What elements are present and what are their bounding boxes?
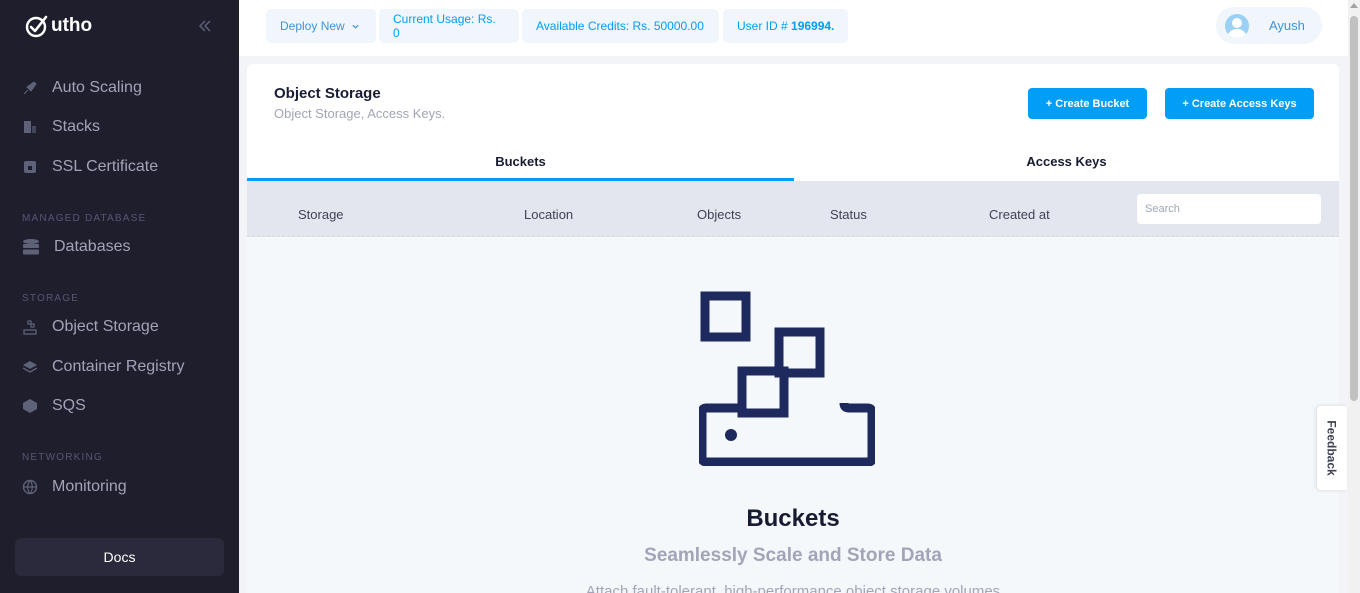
create-access-keys-button[interactable]: + Create Access Keys <box>1165 88 1314 119</box>
section-label-managed-database: MANAGED DATABASE <box>22 213 147 224</box>
page-title: Object Storage <box>274 85 381 102</box>
sidebar-item-label: Databases <box>54 238 131 255</box>
database-icon <box>23 239 39 255</box>
scrollbar-thumb[interactable] <box>1350 16 1358 401</box>
docs-button[interactable]: Docs <box>15 538 224 576</box>
collapse-sidebar-icon[interactable] <box>197 18 215 36</box>
current-usage-chip: Current Usage: Rs. 0 <box>379 9 519 43</box>
section-label-networking: NETWORKING <box>22 452 103 463</box>
object-storage-card: Object Storage Object Storage, Access Ke… <box>247 64 1339 593</box>
sidebar-item-label: SSL Certificate <box>52 158 159 175</box>
column-header-created-at[interactable]: Created at <box>989 207 1050 222</box>
column-header-location[interactable]: Location <box>524 207 573 222</box>
chevron-down-icon <box>352 24 359 29</box>
brand-name: utho <box>51 15 93 36</box>
empty-state-title: Buckets <box>746 505 840 532</box>
user-id-chip: User ID # 196994. <box>723 9 848 43</box>
column-header-storage[interactable]: Storage <box>298 207 344 222</box>
deploy-new-label: Deploy New <box>280 19 345 33</box>
stack-icon <box>24 121 36 133</box>
section-label-storage: STORAGE <box>22 293 80 304</box>
sidebar-item-label: Monitoring <box>52 478 127 495</box>
sidebar-item-monitoring[interactable]: Monitoring <box>22 475 127 499</box>
utho-logo[interactable]: utho <box>25 14 92 38</box>
column-header-status[interactable]: Status <box>830 207 867 222</box>
globe-icon <box>22 479 38 495</box>
tab-buckets[interactable]: Buckets <box>247 140 794 182</box>
feedback-tab[interactable]: Feedback <box>1317 406 1347 490</box>
sidebar-item-container-registry[interactable]: Container Registry <box>22 355 185 379</box>
sidebar-item-sqs[interactable]: SQS <box>22 394 86 418</box>
empty-state: Buckets Seamlessly Scale and Store Data … <box>247 238 1339 593</box>
user-id-value: 196994. <box>791 19 835 33</box>
container-icon <box>22 361 38 373</box>
sidebar-item-stacks[interactable]: Stacks <box>22 115 100 139</box>
lock-icon <box>24 161 36 173</box>
queue-icon <box>23 399 37 413</box>
deploy-new-dropdown[interactable]: Deploy New <box>266 9 376 43</box>
user-name: Ayush <box>1269 18 1305 33</box>
scroll-up-icon[interactable] <box>1350 3 1358 8</box>
empty-state-subtitle: Seamlessly Scale and Store Data <box>644 545 942 566</box>
sidebar-item-label: Auto Scaling <box>52 79 142 96</box>
avatar <box>1225 13 1249 38</box>
object-storage-icon <box>23 320 37 335</box>
create-bucket-button[interactable]: + Create Bucket <box>1028 88 1147 119</box>
sidebar-item-object-storage[interactable]: Object Storage <box>22 315 159 339</box>
empty-state-description: Attach fault-tolerant, high-performance … <box>585 583 1001 593</box>
user-id-prefix: User ID # <box>737 19 792 33</box>
page-scrollbar[interactable] <box>1348 0 1360 593</box>
tab-access-keys[interactable]: Access Keys <box>794 140 1339 182</box>
rocket-icon <box>23 81 37 95</box>
bucket-storage-icon <box>699 291 875 466</box>
sidebar-item-label: Object Storage <box>52 318 159 335</box>
table-header: Storage Location Objects Status Created … <box>247 181 1339 237</box>
sidebar-item-label: Stacks <box>52 118 101 135</box>
page-subtitle: Object Storage, Access Keys. <box>274 106 446 121</box>
current-usage-label: Current Usage: Rs. 0 <box>393 12 496 40</box>
search-input[interactable] <box>1137 194 1321 224</box>
sidebar-item-auto-scaling[interactable]: Auto Scaling <box>22 76 142 100</box>
sidebar-item-ssl-certificate[interactable]: SSL Certificate <box>22 155 158 179</box>
sidebar-item-label: SQS <box>52 397 86 414</box>
column-header-objects[interactable]: Objects <box>697 207 741 222</box>
sidebar: utho Auto Scaling Stacks SSL Certificate… <box>0 0 239 593</box>
sidebar-item-databases[interactable]: Databases <box>22 235 131 259</box>
user-menu[interactable]: Ayush <box>1216 7 1322 44</box>
available-credits-label: Available Credits: Rs. 50000.00 <box>536 19 704 33</box>
available-credits-chip: Available Credits: Rs. 50000.00 <box>522 9 719 43</box>
logo-check-icon <box>25 15 48 38</box>
feedback-label: Feedback <box>1325 420 1340 476</box>
top-bar: Deploy New Current Usage: Rs. 0 Availabl… <box>239 0 1348 56</box>
sidebar-item-label: Container Registry <box>52 358 185 375</box>
